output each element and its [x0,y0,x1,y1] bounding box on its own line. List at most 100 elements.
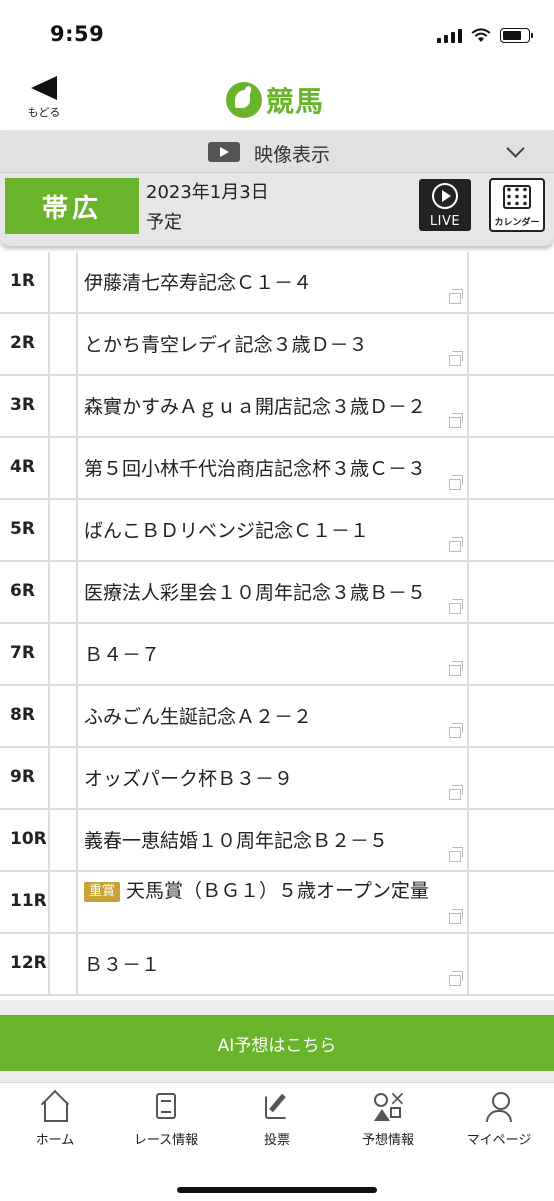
status-icons [437,26,533,44]
race-number: 2R [10,333,35,353]
race-name-cell[interactable]: 医療法人彩里会１０周年記念３歳Ｂ－５ [78,562,469,622]
live-button[interactable]: LIVE [419,179,471,231]
race-mark-cell [50,624,78,684]
race-mark-cell [50,314,78,374]
venue-badge[interactable]: 帯広 [5,178,139,234]
race-name: とかち青空レディ記念３歳Ｄ－３ [84,334,368,356]
race-name-cell[interactable]: 第５回小林千代治商店記念杯３歳Ｃ－３ [78,438,469,498]
race-number-cell: 12R [0,934,50,994]
race-mark-cell [50,252,78,312]
race-row[interactable]: 8R ふみごん生誕記念Ａ２－２ [0,686,554,748]
race-name-wrapper: 森實かすみＡｇｕａ開店記念３歳Ｄ－２ [84,394,464,420]
race-row[interactable]: 9R オッズパーク杯Ｂ３－９ [0,748,554,810]
race-row[interactable]: 2R とかち青空レディ記念３歳Ｄ－３ [0,314,554,376]
ai-prediction-button[interactable]: AI予想はこちら [0,1015,554,1071]
race-mark-cell [50,934,78,994]
back-arrow-icon [31,76,57,100]
race-name-cell[interactable]: 義春一恵結婚１０周年記念Ｂ２－５ [78,810,469,870]
race-name-cell[interactable]: とかち青空レディ記念３歳Ｄ－３ [78,314,469,374]
ai-area: AI予想はこちら [0,1000,554,1082]
race-number: 1R [10,271,35,291]
race-number: 7R [10,643,35,663]
race-name-cell[interactable]: 重賞 天馬賞（ＢＧ１）５歳オープン定量 [78,872,469,932]
tab-home[interactable]: ホーム [0,1091,110,1148]
live-play-icon [432,183,458,209]
race-name-wrapper: Ｂ４－７ [84,642,464,668]
race-number-cell: 3R [0,376,50,436]
race-name-wrapper: ばんこＢＤリベンジ記念Ｃ１－１ [84,518,464,544]
race-row[interactable]: 11R 重賞 天馬賞（ＢＧ１）５歳オープン定量 [0,872,554,934]
race-row[interactable]: 7R Ｂ４－７ [0,624,554,686]
race-number: 8R [10,705,35,725]
tab-prediction[interactable]: × 予想情報 [333,1088,443,1148]
race-row[interactable]: 4R 第５回小林千代治商店記念杯３歳Ｃ－３ [0,438,554,500]
race-number: 5R [10,519,35,539]
race-name-cell[interactable]: 森實かすみＡｇｕａ開店記念３歳Ｄ－２ [78,376,469,436]
tab-mypage-label: マイページ [466,1133,532,1148]
race-name-wrapper: 伊藤清七卒寿記念Ｃ１－４ [84,270,464,296]
race-number-cell: 10R [0,810,50,870]
open-window-icon [449,351,463,366]
open-window-icon [449,723,463,738]
video-play-icon [208,142,240,162]
user-icon [483,1091,515,1123]
race-mark-cell [50,500,78,560]
tab-mypage[interactable]: マイページ [444,1091,554,1148]
back-label: もどる [27,106,61,119]
race-name-wrapper: とかち青空レディ記念３歳Ｄ－３ [84,332,464,358]
race-row[interactable]: 5R ばんこＢＤリベンジ記念Ｃ１－１ [0,500,554,562]
calendar-button[interactable]: カレンダー [489,178,545,232]
race-name: Ｂ４－７ [84,644,161,666]
open-window-icon [449,847,463,862]
race-number-cell: 6R [0,562,50,622]
race-name-wrapper: 重賞 天馬賞（ＢＧ１）５歳オープン定量 [84,878,464,904]
race-row[interactable]: 1R 伊藤清七卒寿記念Ｃ１－４ [0,252,554,314]
tab-prediction-label: 予想情報 [361,1133,414,1148]
race-number: 9R [10,767,35,787]
race-number-cell: 11R [0,872,50,932]
wifi-icon [471,27,491,42]
race-name: 森實かすみＡｇｕａ開店記念３歳Ｄ－２ [84,396,427,418]
race-mark-cell [50,748,78,808]
race-date: 2023年1月3日 [146,182,269,203]
race-mark-cell [50,686,78,746]
tab-race-info-label: レース情報 [133,1133,199,1148]
race-number: 10R [10,829,47,849]
race-name-cell[interactable]: オッズパーク杯Ｂ３－９ [78,748,469,808]
race-row[interactable]: 6R 医療法人彩里会１０周年記念３歳Ｂ－５ [0,562,554,624]
race-name: 第５回小林千代治商店記念杯３歳Ｃ－３ [84,458,427,480]
venue-panel: 映像表示 帯広 2023年1月3日 予定 LIVE カレンダー [0,130,554,246]
open-window-icon [449,475,463,490]
tab-vote[interactable]: 投票 [222,1091,332,1148]
race-name: 伊藤清七卒寿記念Ｃ１－４ [84,272,313,294]
race-name-cell[interactable]: Ｂ３－１ [78,934,469,994]
battery-icon [500,27,533,43]
race-name-wrapper: 医療法人彩里会１０周年記念３歳Ｂ－５ [84,580,464,606]
open-window-icon [449,599,463,614]
battery-level [503,30,521,40]
live-label: LIVE [429,214,461,229]
race-row[interactable]: 3R 森實かすみＡｇｕａ開店記念３歳Ｄ－２ [0,376,554,438]
race-name-cell[interactable]: ふみごん生誕記念Ａ２－２ [78,686,469,746]
race-row[interactable]: 12R Ｂ３－１ [0,934,554,996]
race-name: オッズパーク杯Ｂ３－９ [84,768,294,790]
open-window-icon [449,413,463,428]
document-icon [150,1091,182,1123]
horse-logo-icon [226,82,262,118]
race-name: Ｂ３－１ [84,954,161,976]
race-name: 天馬賞（ＢＧ１）５歳オープン定量 [126,880,429,902]
race-name-cell[interactable]: Ｂ４－７ [78,624,469,684]
video-toggle-bar[interactable]: 映像表示 [0,130,554,173]
race-mark-cell [50,562,78,622]
race-mark-cell [50,376,78,436]
back-button[interactable]: もどる [22,76,66,128]
tab-race-info[interactable]: レース情報 [111,1091,221,1148]
race-number: 12R [10,953,47,973]
race-name: ふみごん生誕記念Ａ２－２ [84,706,313,728]
open-window-icon [449,289,463,304]
status-bar: 9:59 [0,0,554,64]
race-number: 11R [10,891,47,911]
race-row[interactable]: 10R 義春一恵結婚１０周年記念Ｂ２－５ [0,810,554,872]
race-name-cell[interactable]: ばんこＢＤリベンジ記念Ｃ１－１ [78,500,469,560]
race-name-cell[interactable]: 伊藤清七卒寿記念Ｃ１－４ [78,252,469,312]
